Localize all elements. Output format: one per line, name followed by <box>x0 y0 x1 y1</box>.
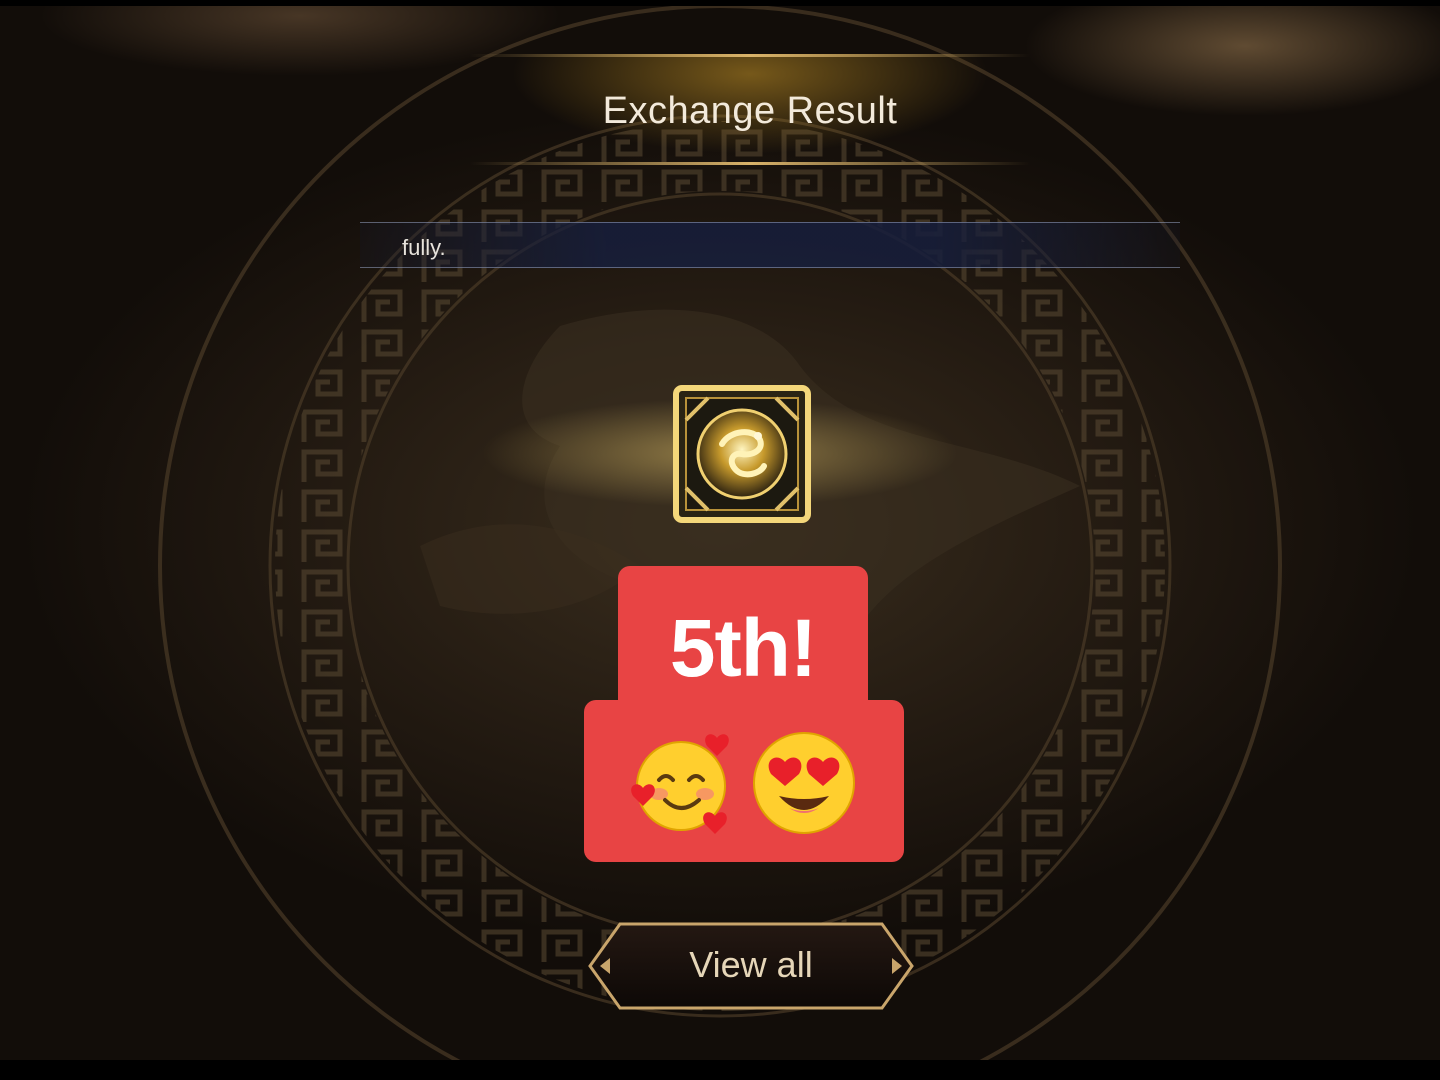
result-message: fully. <box>402 235 446 260</box>
heart-eyes-icon <box>753 732 855 834</box>
exchange-result-screen: Exchange Result fully. 5th! View all <box>0 6 1440 1060</box>
view-all-label: View all <box>689 944 813 985</box>
reward-item[interactable] <box>670 382 814 526</box>
smiling-face-with-hearts-icon <box>631 734 729 834</box>
title-band: Exchange Result <box>430 46 1070 166</box>
title-bottom-divider <box>470 162 1030 165</box>
golden-dragon-emblem-icon <box>673 385 811 523</box>
sticker-text: 5th! <box>669 603 817 694</box>
title-top-divider <box>470 54 1030 57</box>
result-message-bar: fully. <box>360 222 1180 268</box>
sticker-emoji-row <box>584 728 904 838</box>
dialog-title: Exchange Result <box>602 90 898 132</box>
view-all-button[interactable]: View all <box>586 920 916 1010</box>
